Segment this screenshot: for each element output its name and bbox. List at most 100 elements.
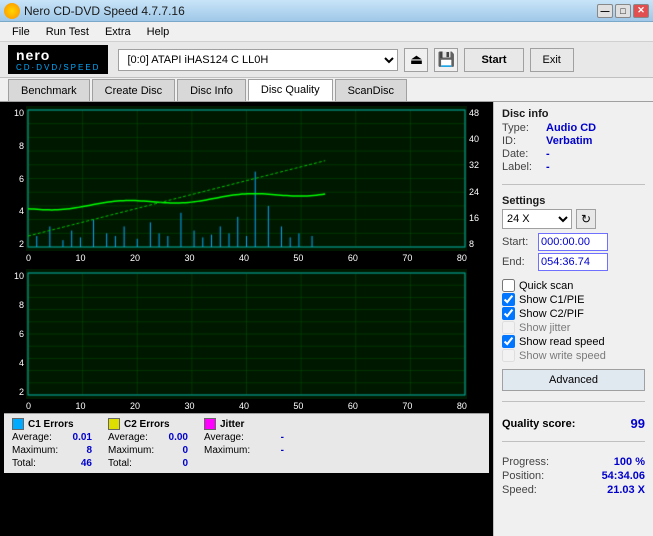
quality-score-label: Quality score: [502,418,575,430]
cb-quick-scan-label: Quick scan [519,280,573,292]
jitter-max: - [281,445,284,456]
position-label: Position: [502,470,544,482]
start-button[interactable]: Start [464,48,523,72]
exit-button[interactable]: Exit [530,48,574,72]
id-label: ID: [502,135,542,147]
chart-area: 10 8 6 4 2 48 40 32 24 16 8 0 10 20 30 [0,102,493,536]
cb-show-read-speed-input[interactable] [502,335,515,348]
type-label: Type: [502,122,542,134]
menu-bar: File Run Test Extra Help [0,22,653,42]
tab-create-disc[interactable]: Create Disc [92,79,175,101]
cb-quick-scan-input[interactable] [502,279,515,292]
c1-total: 46 [81,458,92,469]
cb-quick-scan: Quick scan [502,279,645,292]
bottom-chart-left-axis: 10 8 6 4 2 [4,269,26,399]
top-x-axis: 0 10 20 30 40 50 60 70 80 [4,251,489,265]
c2-color [108,418,120,430]
cb-show-jitter: Show jitter [502,321,645,334]
chart-legend: C1 Errors Average:0.01 Maximum:8 Total:4… [4,413,489,473]
top-chart-wrapper: 10 8 6 4 2 48 40 32 24 16 8 [4,106,489,251]
logo: nero CD·DVD/SPEED [8,45,108,74]
end-time-input[interactable] [538,253,608,271]
menu-extra[interactable]: Extra [97,24,139,40]
c1-max: 8 [86,445,92,456]
label-label: Label: [502,161,542,173]
c2-title: C2 Errors [124,419,170,430]
date-label: Date: [502,148,542,160]
type-value: Audio CD [546,122,596,134]
tab-disc-info[interactable]: Disc Info [177,79,246,101]
drive-select[interactable]: [0:0] ATAPI iHAS124 C LL0H [118,49,398,71]
minimize-button[interactable]: — [597,4,613,18]
cb-show-jitter-label: Show jitter [519,322,570,334]
bottom-chart-wrapper: 10 8 6 4 2 [4,269,489,399]
jitter-title: Jitter [220,419,244,430]
checkbox-section: Quick scan Show C1/PIE Show C2/PIF Show … [502,279,645,363]
progress-value: 100 % [614,456,645,468]
cb-show-c1-label: Show C1/PIE [519,294,584,306]
tab-disc-quality[interactable]: Disc Quality [248,79,333,101]
cb-show-c1: Show C1/PIE [502,293,645,306]
tab-scan-disc[interactable]: ScanDisc [335,79,407,101]
c2-avg: 0.00 [169,432,188,443]
sidebar: Disc info Type: Audio CD ID: Verbatim Da… [493,102,653,536]
speed-select[interactable]: 24 X [502,209,572,229]
end-label: End: [502,256,534,268]
cb-show-c2-input[interactable] [502,307,515,320]
eject-button[interactable]: ⏏ [404,48,428,72]
menu-run-test[interactable]: Run Test [38,24,97,40]
tab-bar: Benchmark Create Disc Disc Info Disc Qua… [0,78,653,102]
cb-show-jitter-input [502,321,515,334]
cb-show-write-speed-input [502,349,515,362]
top-chart-left-axis: 10 8 6 4 2 [4,106,26,251]
jitter-avg: - [281,432,284,443]
save-button[interactable]: 💾 [434,48,458,72]
start-time-input[interactable] [538,233,608,251]
progress-section: Progress: 100 % Position: 54:34.06 Speed… [502,456,645,498]
settings-title: Settings [502,195,645,207]
bottom-chart-canvas [26,269,467,399]
title-bar: Nero CD-DVD Speed 4.7.7.16 — □ ✕ [0,0,653,22]
start-label: Start: [502,236,534,248]
speed-value: 21.03 X [607,484,645,496]
close-button[interactable]: ✕ [633,4,649,18]
c2-max: 0 [182,445,188,456]
progress-label: Progress: [502,456,549,468]
c1-avg: 0.01 [73,432,92,443]
legend-c1: C1 Errors Average:0.01 Maximum:8 Total:4… [12,418,92,469]
top-chart-right-axis: 48 40 32 24 16 8 [467,106,489,251]
advanced-button[interactable]: Advanced [502,369,645,391]
date-value: - [546,148,550,160]
top-chart-canvas [26,106,467,251]
cb-show-read-speed: Show read speed [502,335,645,348]
c2-total: 0 [182,458,188,469]
cb-show-c2: Show C2/PIF [502,307,645,320]
toolbar: nero CD·DVD/SPEED [0:0] ATAPI iHAS124 C … [0,42,653,78]
disc-info-section: Disc info Type: Audio CD ID: Verbatim Da… [502,108,645,174]
bottom-chart-right-spacer [467,269,489,399]
jitter-color [204,418,216,430]
maximize-button[interactable]: □ [615,4,631,18]
quality-score-row: Quality score: 99 [502,416,645,431]
cb-show-c1-input[interactable] [502,293,515,306]
refresh-button[interactable]: ↻ [576,209,596,229]
window-title: Nero CD-DVD Speed 4.7.7.16 [24,4,185,18]
cb-show-c2-label: Show C2/PIF [519,308,584,320]
speed-label: Speed: [502,484,537,496]
id-value: Verbatim [546,135,592,147]
logo-sub: CD·DVD/SPEED [16,63,100,72]
c1-color [12,418,24,430]
quality-score-value: 99 [631,416,645,431]
label-value: - [546,161,550,173]
bottom-x-axis: 0 10 20 30 40 50 60 70 80 [4,399,489,413]
menu-help[interactable]: Help [139,24,178,40]
settings-section: Settings 24 X ↻ Start: End: [502,195,645,273]
disc-info-title: Disc info [502,108,645,120]
position-value: 54:34.06 [602,470,645,482]
legend-c2: C2 Errors Average:0.00 Maximum:0 Total:0 [108,418,188,469]
tab-benchmark[interactable]: Benchmark [8,79,90,101]
legend-jitter: Jitter Average:- Maximum:- [204,418,284,469]
cb-show-read-speed-label: Show read speed [519,336,605,348]
menu-file[interactable]: File [4,24,38,40]
main-content: 10 8 6 4 2 48 40 32 24 16 8 0 10 20 30 [0,102,653,536]
